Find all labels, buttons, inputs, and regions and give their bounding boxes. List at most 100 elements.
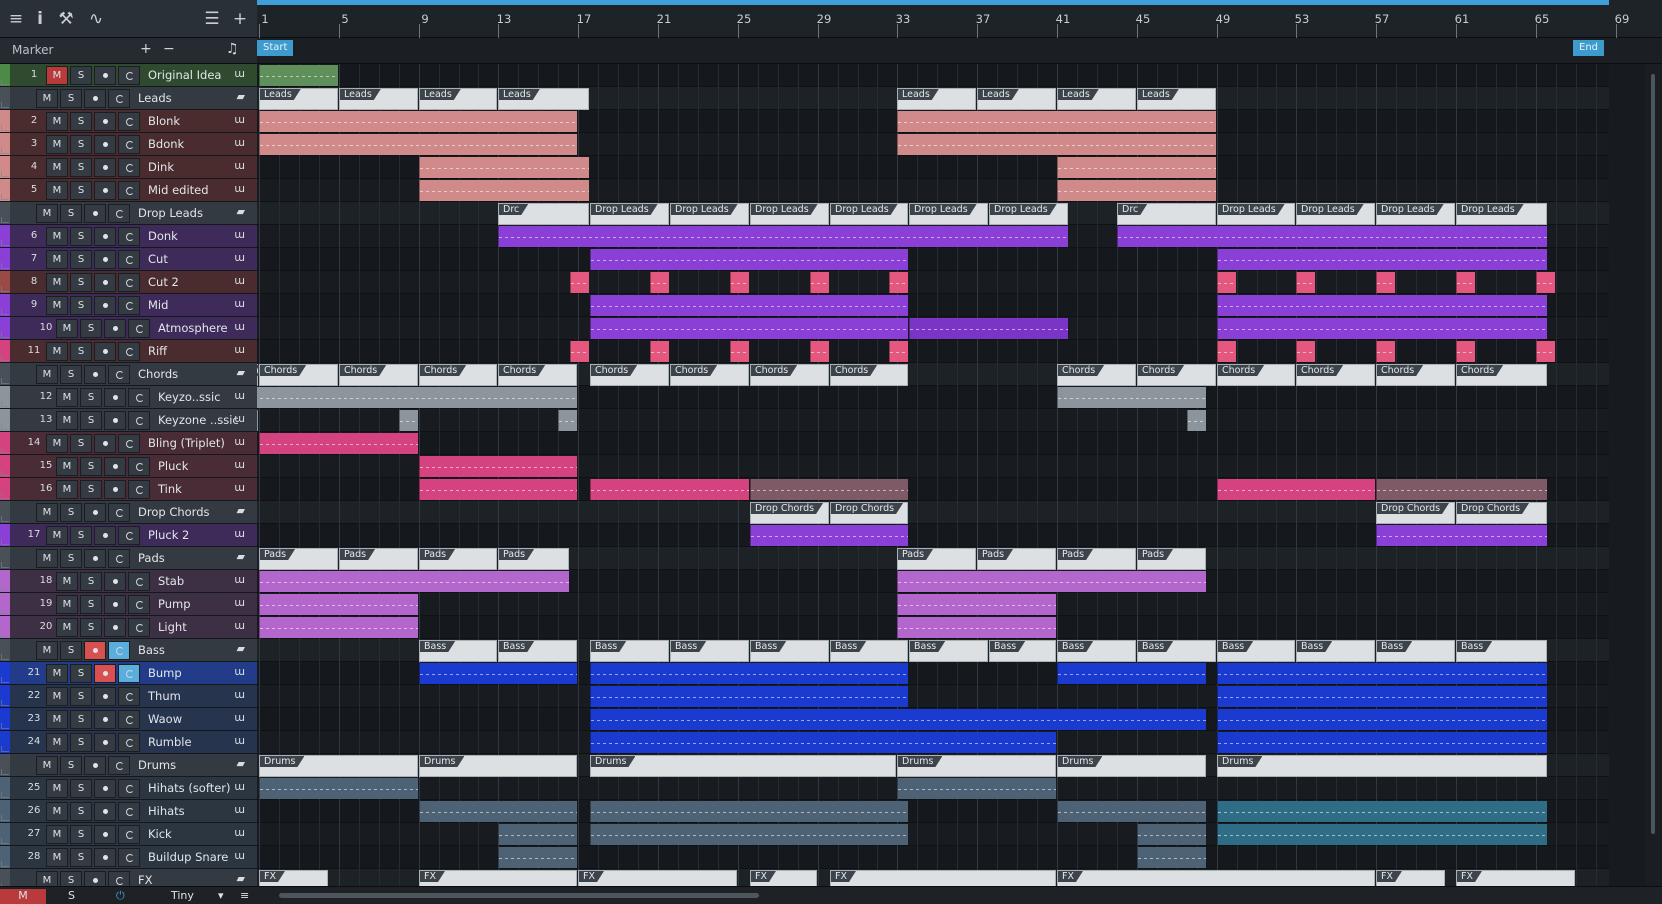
- solo-button[interactable]: S: [70, 227, 92, 246]
- automation-icon[interactable]: [1, 723, 9, 729]
- audio-clip[interactable]: [897, 617, 1056, 638]
- monitor-button[interactable]: [128, 411, 150, 430]
- audio-clip[interactable]: [750, 479, 908, 500]
- automation-icon[interactable]: [1, 585, 9, 591]
- track-name[interactable]: Tink: [158, 482, 182, 496]
- automation-icon[interactable]: [1, 378, 9, 384]
- horizontal-scrollbar[interactable]: [257, 886, 1662, 904]
- folder-clip[interactable]: Drop Leads: [1217, 203, 1295, 225]
- track-name[interactable]: Keyzone ..ssic: [158, 413, 239, 427]
- instrument-icon[interactable]: ɯ: [234, 389, 245, 402]
- folder-icon[interactable]: ▰: [237, 550, 245, 563]
- folder-clip[interactable]: Chords: [590, 364, 669, 386]
- folder-clip[interactable]: Pads: [977, 548, 1056, 570]
- solo-button[interactable]: S: [80, 595, 102, 614]
- track-color-strip[interactable]: [0, 409, 10, 431]
- audio-clip[interactable]: [750, 525, 908, 546]
- instrument-icon[interactable]: ɯ: [234, 136, 245, 149]
- track-header[interactable]: 7 M S Cut ɯ: [0, 248, 257, 271]
- audio-clip[interactable]: [650, 272, 669, 293]
- monitor-button[interactable]: [118, 848, 140, 867]
- folder-clip[interactable]: Bass: [830, 640, 908, 662]
- track-name[interactable]: Mid: [148, 298, 168, 312]
- vertical-scrollbar[interactable]: [1645, 64, 1662, 886]
- audio-clip[interactable]: [590, 732, 1056, 753]
- audio-clip[interactable]: [1057, 663, 1206, 684]
- automation-icon[interactable]: [1, 608, 9, 614]
- solo-button[interactable]: S: [80, 480, 102, 499]
- instrument-icon[interactable]: ɯ: [234, 481, 245, 494]
- solo-button[interactable]: S: [80, 411, 102, 430]
- monitor-button[interactable]: [118, 434, 140, 453]
- solo-button[interactable]: S: [80, 572, 102, 591]
- track-color-strip[interactable]: [0, 800, 10, 822]
- loop-range[interactable]: [257, 0, 1609, 5]
- mute-button[interactable]: M: [46, 802, 68, 821]
- folder-clip[interactable]: Drc: [498, 203, 589, 225]
- solo-button[interactable]: S: [80, 618, 102, 637]
- audio-clip[interactable]: [590, 801, 908, 822]
- audio-clip[interactable]: [590, 479, 749, 500]
- track-color-strip[interactable]: [0, 225, 10, 247]
- track-name[interactable]: Chords: [138, 367, 178, 381]
- track-color-strip[interactable]: [0, 294, 10, 316]
- mute-all-button[interactable]: M: [0, 889, 46, 904]
- folder-clip[interactable]: Leads: [897, 88, 976, 110]
- mute-button[interactable]: M: [56, 480, 78, 499]
- folder-clip[interactable]: Drop Leads: [590, 203, 669, 225]
- record-button[interactable]: [94, 135, 116, 154]
- add-marker-button[interactable]: +: [140, 41, 152, 57]
- folder-clip[interactable]: Drums: [419, 755, 577, 777]
- solo-button[interactable]: S: [70, 687, 92, 706]
- automation-icon[interactable]: [1, 171, 9, 177]
- track-header[interactable]: 23 M S Waow ɯ: [0, 708, 257, 731]
- instrument-icon[interactable]: ɯ: [234, 688, 245, 701]
- audio-clip[interactable]: [590, 663, 908, 684]
- track-color-strip[interactable]: [0, 823, 10, 845]
- folder-clip[interactable]: Pads: [339, 548, 418, 570]
- mute-button[interactable]: M: [46, 135, 68, 154]
- track-header[interactable]: 3 M S Bdonk ɯ: [0, 133, 257, 156]
- record-button[interactable]: [104, 411, 126, 430]
- record-button[interactable]: [94, 342, 116, 361]
- solo-button[interactable]: S: [70, 526, 92, 545]
- solo-button[interactable]: S: [70, 848, 92, 867]
- audio-clip[interactable]: [590, 249, 908, 270]
- music-note-icon[interactable]: ♫: [226, 41, 239, 57]
- instrument-icon[interactable]: ɯ: [234, 182, 245, 195]
- instrument-icon[interactable]: ɯ: [234, 711, 245, 724]
- end-marker[interactable]: End: [1573, 40, 1605, 56]
- record-button[interactable]: [94, 296, 116, 315]
- solo-button[interactable]: S: [70, 802, 92, 821]
- automation-icon[interactable]: [1, 562, 9, 568]
- scroll-thumb[interactable]: [1651, 74, 1655, 834]
- folder-track[interactable]: M S Chords ▰: [0, 363, 257, 386]
- audio-clip[interactable]: [1217, 249, 1547, 270]
- monitor-button[interactable]: [118, 250, 140, 269]
- folder-clip[interactable]: Bass: [1376, 640, 1455, 662]
- track-name[interactable]: Blonk: [148, 114, 180, 128]
- audio-clip[interactable]: [259, 65, 338, 86]
- monitor-button[interactable]: [118, 158, 140, 177]
- track-color-strip[interactable]: [0, 133, 10, 155]
- folder-icon[interactable]: ▰: [237, 642, 245, 655]
- track-header[interactable]: 11 M S Riff ɯ: [0, 340, 257, 363]
- track-color-strip[interactable]: [0, 455, 10, 477]
- monitor-button[interactable]: [108, 756, 130, 775]
- record-button[interactable]: [84, 756, 106, 775]
- folder-clip[interactable]: Drop Leads: [1296, 203, 1375, 225]
- folder-clip[interactable]: Bass: [498, 640, 577, 662]
- audio-clip[interactable]: [1217, 295, 1547, 316]
- track-name[interactable]: Mid edited: [148, 183, 209, 197]
- monitor-button[interactable]: [118, 733, 140, 752]
- mute-button[interactable]: M: [46, 733, 68, 752]
- monitor-button[interactable]: [108, 365, 130, 384]
- solo-button[interactable]: S: [80, 319, 102, 338]
- track-header[interactable]: 20 M S Light ɯ: [0, 616, 257, 639]
- track-name[interactable]: Cut 2: [148, 275, 179, 289]
- instrument-icon[interactable]: ɯ: [234, 780, 245, 793]
- instrument-icon[interactable]: ɯ: [234, 435, 245, 448]
- automation-icon[interactable]: [1, 286, 9, 292]
- audio-clip[interactable]: [1217, 709, 1547, 730]
- track-color-strip[interactable]: [0, 478, 10, 500]
